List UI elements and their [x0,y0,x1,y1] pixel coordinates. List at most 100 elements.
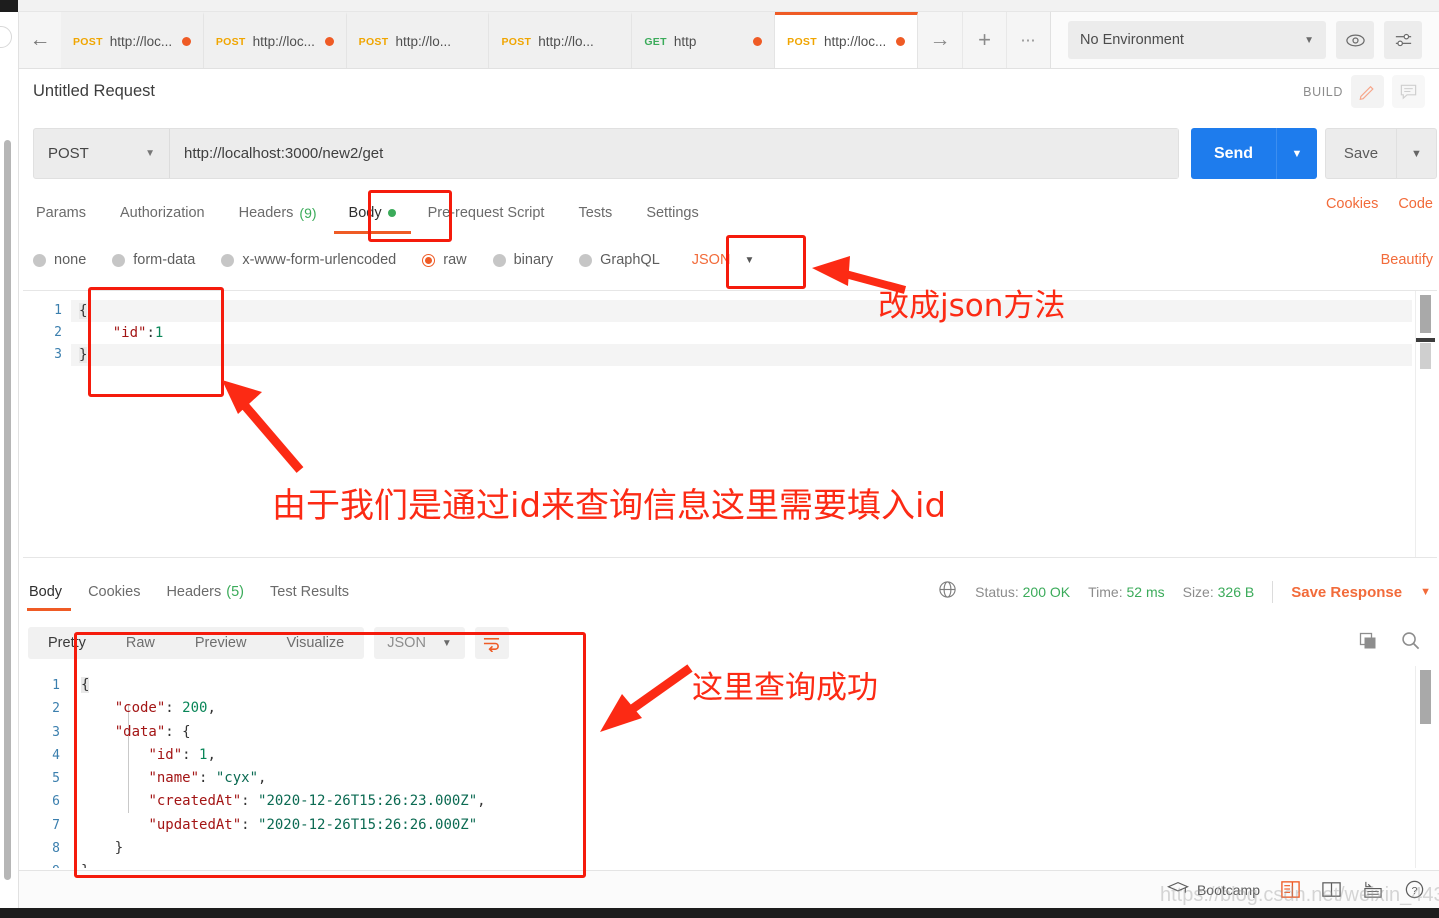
divider [1272,581,1273,603]
edit-request-button[interactable] [1351,75,1384,108]
response-tab-cookies[interactable]: Cookies [75,576,153,608]
tab-body[interactable]: Body [334,196,411,229]
bootcamp-button[interactable]: Bootcamp [1167,881,1260,898]
cookies-link[interactable]: Cookies [1326,196,1378,212]
help-button[interactable]: ? [1404,879,1425,900]
request-tab[interactable]: POST http://loc... [61,12,204,68]
keyboard-shortcuts-button[interactable] [1362,880,1384,900]
code-link[interactable]: Code [1398,196,1433,212]
editor-scrollbar-thumb-secondary[interactable] [1420,343,1431,369]
network-info-button[interactable] [938,580,957,604]
body-type-none[interactable]: none [33,252,86,268]
tab-headers[interactable]: Headers (9) [222,196,334,229]
code-line: "id":1 [79,325,163,341]
status-badge: Status: 200 OK [975,584,1070,600]
view-mode-raw[interactable]: Raw [106,627,175,659]
code-line: "createdAt": "2020-12-26T15:26:23.000Z", [81,793,486,809]
size-value: 326 B [1218,584,1255,600]
tab-method: POST [216,36,246,48]
body-type-label: binary [514,252,554,268]
code-line: } [79,347,87,363]
editor-scrollbar-thumb[interactable] [1420,295,1431,333]
tab-tests[interactable]: Tests [561,196,629,229]
sidebar-scrollbar[interactable] [4,140,11,880]
split-view-button[interactable] [1321,879,1342,900]
tab-label: Params [36,205,86,221]
view-mode-preview[interactable]: Preview [175,627,267,659]
environment-bar: No Environment ▼ [1050,12,1439,69]
response-tab-test-results[interactable]: Test Results [257,576,362,608]
save-button[interactable]: Save [1325,128,1396,179]
request-tab[interactable]: POST http://lo... [489,12,632,68]
save-options-button[interactable]: ▼ [1396,128,1437,179]
tab-settings[interactable]: Settings [629,196,715,229]
tab-pre-request-script[interactable]: Pre-request Script [411,196,562,229]
annotation-note-query-success: 这里查询成功 [692,662,878,707]
search-response-button[interactable] [1400,630,1421,656]
editor-content[interactable]: { "id":1 } [79,300,1407,366]
tab-label: Authorization [120,205,205,221]
tab-method: GET [644,36,667,48]
request-tab[interactable]: POST http://loc... [204,12,347,68]
tabs-more-button[interactable]: ⋯ [1006,12,1050,68]
request-tab[interactable]: POST http://lo... [347,12,490,68]
response-tab-headers[interactable]: Headers (5) [153,576,257,608]
help-circle-icon: ? [1404,879,1425,900]
open-tabs-list: POST http://loc... POST http://loc... PO… [61,12,918,68]
status-bar-right: Bootcamp [1167,879,1425,900]
response-format-select[interactable]: JSON ▼ [374,627,465,659]
copy-response-button[interactable] [1358,631,1378,656]
tab-params[interactable]: Params [33,196,103,229]
comments-button[interactable] [1392,75,1425,108]
view-mode-visualize[interactable]: Visualize [266,627,364,659]
tab-count: (9) [299,205,316,221]
send-options-button[interactable]: ▼ [1276,128,1317,179]
request-tab-active[interactable]: POST http://loc... [775,12,918,68]
request-tab-links: Cookies Code [1326,196,1437,212]
tab-label: Headers [239,205,294,221]
http-method-label: POST [48,145,89,162]
body-type-graphql[interactable]: GraphQL [579,252,660,268]
size-badge: Size: 326 B [1183,584,1255,600]
window-top-strip-light [18,0,1439,12]
radio-selected-icon [422,254,435,267]
panel-resize-handle[interactable] [1416,338,1435,342]
save-response-caret-icon[interactable]: ▼ [1420,586,1431,598]
body-type-urlencoded[interactable]: x-www-form-urlencoded [221,252,396,268]
raw-format-select[interactable]: JSON ▼ [686,252,755,268]
unsaved-dot-icon [325,37,334,46]
request-url-input[interactable] [170,129,1178,178]
environment-settings-button[interactable] [1384,21,1422,59]
body-type-binary[interactable]: binary [493,252,554,268]
tabs-back-arrow[interactable]: ← [19,12,61,68]
view-mode-pretty[interactable]: Pretty [28,627,106,659]
radio-icon [112,254,125,267]
line-number: 3 [23,344,62,366]
word-wrap-button[interactable] [475,627,509,659]
send-button[interactable]: Send [1191,128,1276,179]
tabs-forward-arrow[interactable]: → [918,12,962,68]
layout-toggle-button[interactable] [1280,879,1301,900]
body-type-label: form-data [133,252,195,268]
request-tab[interactable]: GET http [632,12,775,68]
beautify-link[interactable]: Beautify [1381,252,1437,268]
http-method-select[interactable]: POST ▼ [34,129,170,178]
response-scrollbar-thumb[interactable] [1420,670,1431,724]
left-rail-decoration [0,26,12,48]
tab-authorization[interactable]: Authorization [103,196,222,229]
save-response-button[interactable]: Save Response [1291,584,1402,601]
response-view-mode-group: Pretty Raw Preview Visualize [28,627,364,659]
environment-quick-look-button[interactable] [1336,21,1374,59]
code-line: "data": { [81,724,191,740]
time-badge: Time: 52 ms [1088,584,1165,600]
line-number: 2 [23,697,60,720]
chevron-down-icon: ▼ [744,255,754,266]
line-number: 2 [23,322,62,344]
body-type-raw[interactable]: raw [422,252,466,268]
environment-select[interactable]: No Environment ▼ [1068,21,1326,59]
bootcamp-label: Bootcamp [1197,882,1260,898]
body-type-form-data[interactable]: form-data [112,252,195,268]
response-tab-body[interactable]: Body [23,576,75,608]
new-tab-button[interactable]: + [962,12,1006,68]
response-view-toolbar: Pretty Raw Preview Visualize JSON ▼ [28,624,1437,662]
